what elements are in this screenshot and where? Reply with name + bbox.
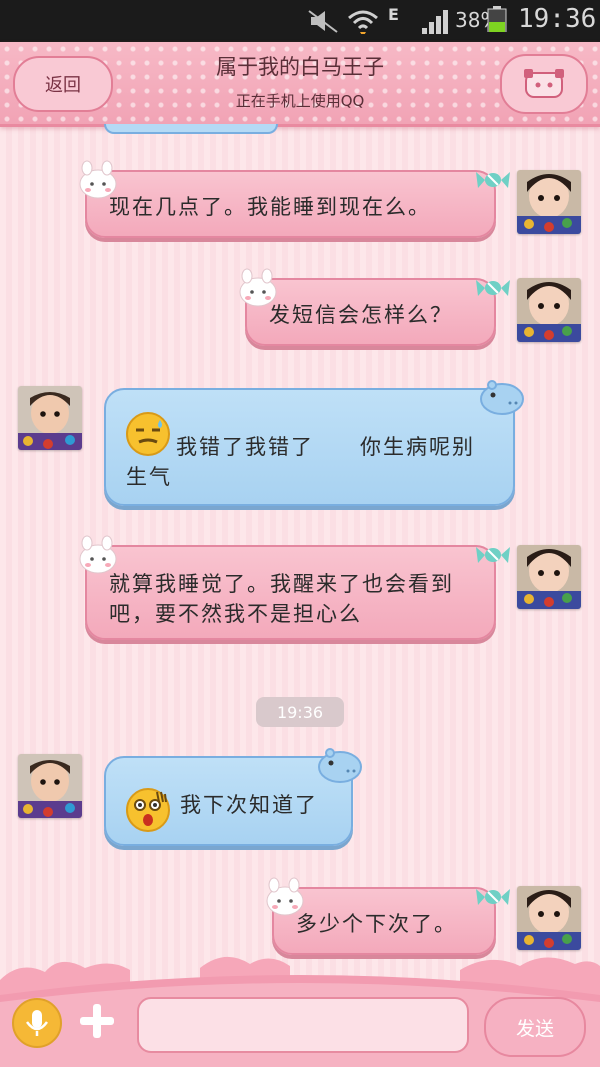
message-input[interactable] — [137, 997, 469, 1053]
message-text: 我错了我错了 你生病呢别生气 — [126, 435, 475, 489]
signal-icon — [422, 10, 448, 34]
add-attachment-button[interactable] — [76, 1000, 118, 1042]
message-text: 就算我睡觉了。我醒来了也会看到吧，要不然我不是担心么 — [109, 572, 454, 626]
input-bar: 发送 — [0, 940, 600, 1067]
chat-header: 返回 属于我的白马王子 正在手机上使用QQ — [0, 42, 600, 127]
hippo-decoration-icon — [318, 748, 362, 783]
bunny-decoration-icon — [79, 160, 117, 199]
wifi-icon — [348, 10, 378, 34]
avatar-self[interactable] — [517, 278, 581, 342]
message-text: 现在几点了。我能睡到现在么。 — [109, 195, 431, 219]
back-button[interactable]: 返回 — [13, 56, 113, 112]
candy-decoration-icon — [476, 280, 510, 296]
message-bubble-sent[interactable]: 发短信会怎样么？ — [245, 278, 496, 346]
qq-penguin-face-icon — [524, 69, 564, 98]
shocked-emoji-icon — [126, 788, 170, 832]
profile-menu-button[interactable] — [500, 54, 588, 114]
network-type: E — [388, 5, 399, 24]
hippo-decoration-icon — [480, 380, 524, 415]
microphone-icon — [25, 1010, 49, 1036]
plus-icon — [80, 1004, 114, 1038]
message-text: 多少个下次了。 — [296, 912, 457, 936]
message-text: 我下次知道了 — [180, 793, 318, 817]
message-text: 发短信会怎样么？ — [269, 303, 453, 327]
candy-decoration-icon — [476, 172, 510, 188]
timestamp-divider: 19:36 — [256, 697, 344, 727]
candy-decoration-icon — [476, 547, 510, 563]
candy-decoration-icon — [476, 889, 510, 905]
voice-input-button[interactable] — [12, 998, 62, 1048]
message-bubble-sent[interactable]: 现在几点了。我能睡到现在么。 — [85, 170, 496, 238]
avatar-contact[interactable] — [18, 754, 82, 818]
presence-status: 正在手机上使用QQ — [235, 92, 365, 110]
avatar-self[interactable] — [517, 545, 581, 609]
send-button[interactable]: 发送 — [484, 997, 586, 1057]
sweat-emoji-icon — [126, 412, 170, 456]
status-time: 19:36 — [518, 4, 597, 34]
message-bubble-sent[interactable]: 就算我睡觉了。我醒来了也会看到吧，要不然我不是担心么 — [85, 545, 496, 640]
battery-icon — [487, 6, 507, 32]
partial-message-bubble — [104, 124, 278, 134]
avatar-self[interactable] — [517, 170, 581, 234]
bunny-decoration-icon — [266, 877, 304, 916]
avatar-contact[interactable] — [18, 386, 82, 450]
bunny-decoration-icon — [79, 535, 117, 574]
page-title: 属于我的白马王子 — [216, 55, 384, 79]
bunny-decoration-icon — [239, 268, 277, 307]
mute-icon — [308, 10, 338, 33]
status-bar: E 38% 19:36 — [0, 0, 600, 42]
